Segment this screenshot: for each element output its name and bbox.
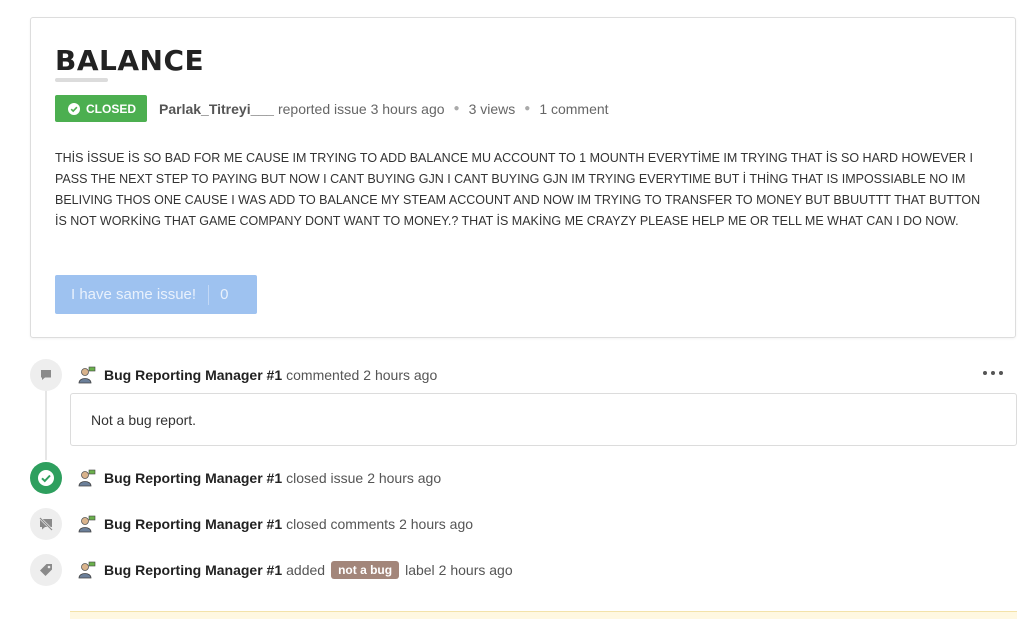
- closed-comments-action: closed comments: [286, 516, 396, 532]
- label-time: 2 hours ago: [438, 562, 513, 578]
- comment-slash-icon: [39, 517, 53, 531]
- more-horizontal-icon: [983, 371, 987, 375]
- comments-count[interactable]: 1 comment: [539, 101, 608, 117]
- title-underline: [55, 78, 108, 82]
- same-issue-button[interactable]: I have same issue! 0: [55, 275, 257, 314]
- avatar: [78, 515, 96, 533]
- button-divider: [208, 284, 210, 305]
- status-badge: CLOSED: [55, 95, 148, 122]
- comment-action: commented: [286, 367, 360, 383]
- issue-author-link[interactable]: Parlak_Titreyi___: [159, 101, 274, 117]
- tag-icon: [40, 564, 52, 576]
- avatar: [78, 561, 96, 579]
- label-chip[interactable]: not a bug: [331, 561, 400, 579]
- label-actor-link[interactable]: Bug Reporting Manager #1: [104, 562, 282, 578]
- issue-meta: CLOSED Parlak_Titreyi___ reported issue …: [55, 95, 609, 122]
- closed-action: closed issue: [286, 470, 364, 486]
- closed-comments-actor-link[interactable]: Bug Reporting Manager #1: [104, 516, 282, 532]
- same-issue-count: 0: [220, 286, 229, 303]
- more-dot: [991, 371, 995, 375]
- issue-body: THİS İSSUE İS SO BAD FOR ME CAUSE IM TRY…: [55, 151, 981, 228]
- closed-event-icon: [30, 462, 62, 494]
- label-action: added: [286, 562, 326, 578]
- comment-icon: [41, 370, 51, 380]
- issue-card: BALANCE CLOSED Parlak_Titreyi___ reporte…: [30, 17, 1016, 338]
- comment-event-header: Bug Reporting Manager #1 commented 2 hou…: [78, 364, 437, 386]
- avatar: [78, 469, 96, 487]
- closed-event: Bug Reporting Manager #1 closed issue 2 …: [78, 467, 441, 489]
- reported-time: reported issue 3 hours ago: [277, 100, 445, 117]
- comment-text: Not a bug report.: [91, 411, 197, 428]
- label-event: Bug Reporting Manager #1 added not a bug…: [78, 559, 513, 581]
- views-count: 3 views: [468, 100, 516, 117]
- avatar: [78, 366, 96, 384]
- notice-strip: [70, 611, 1017, 619]
- label-event-icon: [30, 554, 62, 586]
- issue-title: BALANCE: [55, 44, 205, 77]
- closed-comments-event: Bug Reporting Manager #1 closed comments…: [78, 513, 473, 535]
- same-issue-label: I have same issue!: [71, 286, 197, 303]
- closed-actor-link[interactable]: Bug Reporting Manager #1: [104, 470, 282, 486]
- more-dot: [999, 371, 1003, 375]
- more-options-button[interactable]: [983, 364, 1003, 382]
- status-label: CLOSED: [86, 101, 137, 116]
- closed-time: 2 hours ago: [367, 470, 442, 486]
- comment-actor-link[interactable]: Bug Reporting Manager #1: [104, 367, 282, 383]
- comment-box: Not a bug report.: [70, 393, 1017, 446]
- meta-separator: ●: [524, 103, 531, 114]
- meta-separator: ●: [453, 103, 460, 114]
- closed-comments-time: 2 hours ago: [399, 516, 474, 532]
- label-after-text: label: [405, 562, 435, 578]
- comment-event-icon: [30, 359, 62, 391]
- check-circle-icon: [38, 470, 54, 486]
- check-circle-icon: [68, 102, 80, 115]
- comment-time: 2 hours ago: [363, 367, 438, 383]
- closed-comments-event-icon: [30, 508, 62, 540]
